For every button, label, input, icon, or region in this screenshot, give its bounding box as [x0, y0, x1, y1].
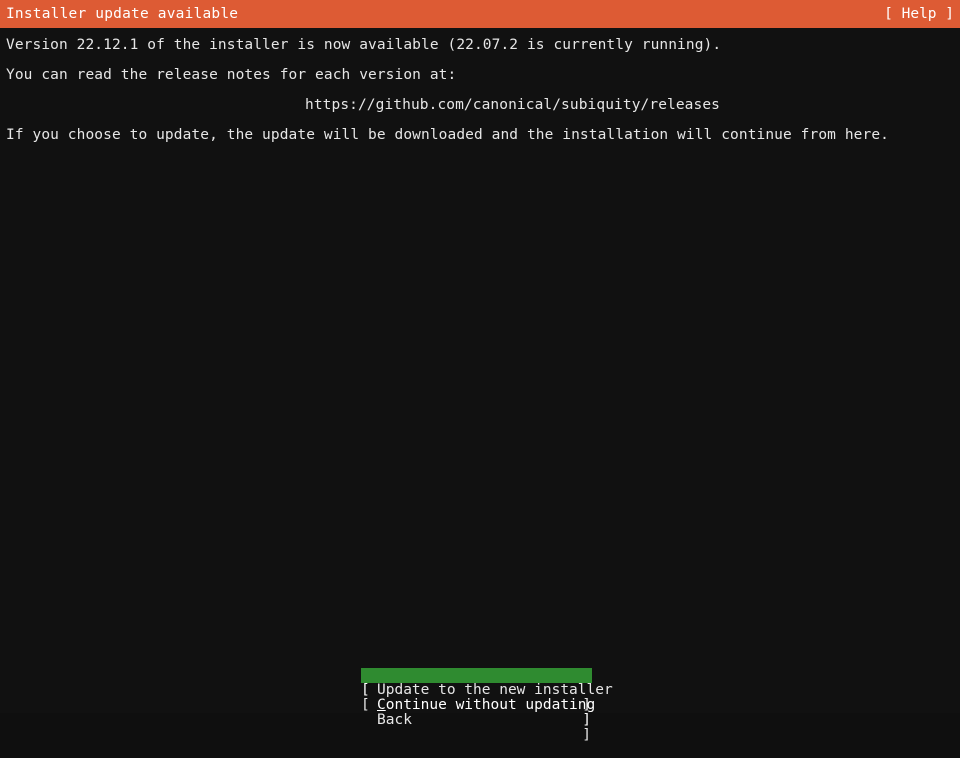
help-button[interactable]: [ Help ]	[884, 6, 954, 22]
title-bar: Installer update available [ Help ]	[0, 0, 960, 28]
version-message-line: Version 22.12.1 of the installer is now …	[6, 37, 722, 53]
update-explanation-line: If you choose to update, the update will…	[6, 127, 889, 143]
bracket-left: [	[361, 697, 370, 713]
installer-screen: Installer update available [ Help ] Vers…	[0, 0, 960, 743]
release-notes-prompt-line: You can read the release notes for each …	[6, 67, 457, 83]
release-notes-url: https://github.com/canonical/subiquity/r…	[305, 97, 720, 113]
back-button[interactable]: [ Back ]	[361, 683, 592, 743]
continue-without-updating-button[interactable]: [ Continue without updating ]	[361, 668, 595, 728]
update-to-new-installer-button[interactable]: [ Update to the new installer ]	[361, 653, 613, 713]
bracket-right: ]	[582, 727, 591, 743]
bracket-right: ]	[582, 712, 591, 728]
button-label: Back	[377, 712, 412, 728]
button-group: [ Update to the new installer ] [ Contin…	[361, 653, 613, 743]
page-title: Installer update available	[6, 5, 239, 22]
